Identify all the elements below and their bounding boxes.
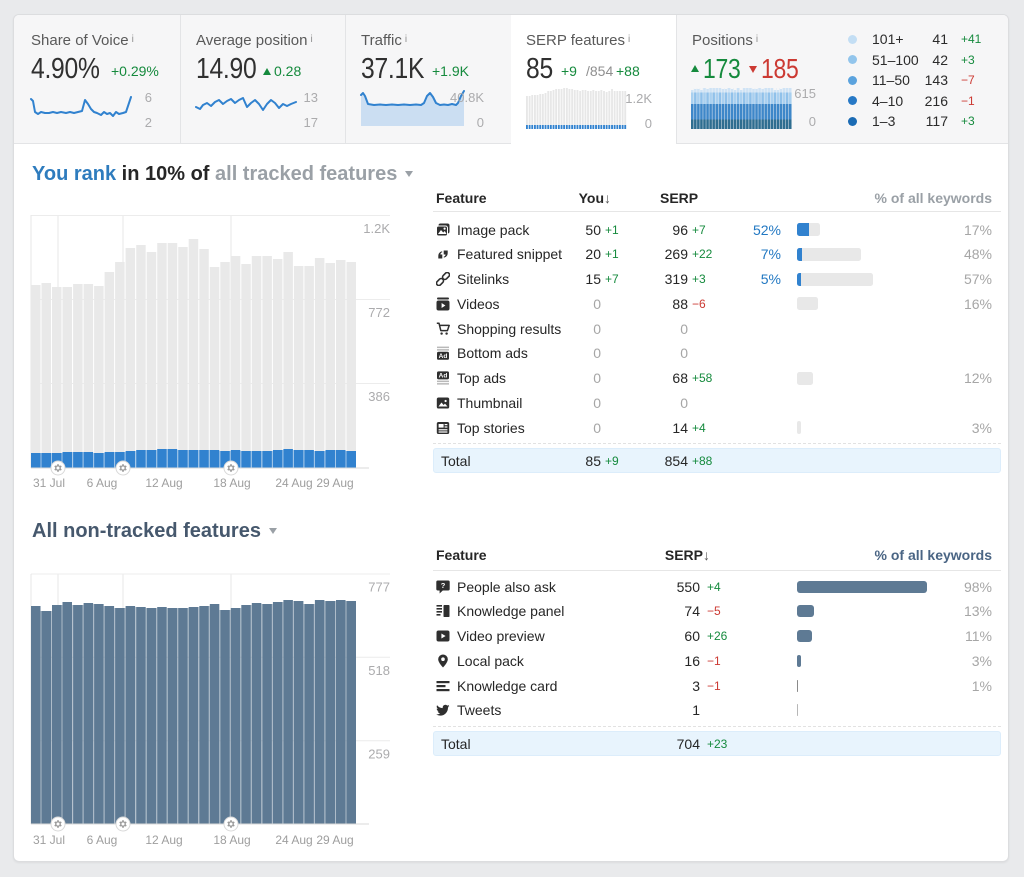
svg-text:Ad: Ad xyxy=(439,373,448,380)
svg-text:386: 386 xyxy=(368,389,390,404)
svg-text:518: 518 xyxy=(368,663,390,678)
svg-text:12 Aug: 12 Aug xyxy=(145,833,182,847)
svg-text:?: ? xyxy=(441,581,446,590)
svg-text:6 Aug: 6 Aug xyxy=(87,476,118,490)
svg-text:772: 772 xyxy=(368,305,390,320)
svg-text:12 Aug: 12 Aug xyxy=(145,476,182,490)
svg-text:1.2K: 1.2K xyxy=(363,221,390,236)
svg-text:29 Aug: 29 Aug xyxy=(316,833,353,847)
svg-text:Ad: Ad xyxy=(439,353,448,360)
svg-text:29 Aug: 29 Aug xyxy=(316,476,353,490)
svg-text:18 Aug: 18 Aug xyxy=(213,833,250,847)
svg-text:31 Jul: 31 Jul xyxy=(33,833,65,847)
svg-text:24 Aug: 24 Aug xyxy=(275,476,312,490)
svg-text:6 Aug: 6 Aug xyxy=(87,833,118,847)
svg-text:31 Jul: 31 Jul xyxy=(33,476,65,490)
svg-text:259: 259 xyxy=(368,747,390,762)
svg-text:24 Aug: 24 Aug xyxy=(275,833,312,847)
svg-text:18 Aug: 18 Aug xyxy=(213,476,250,490)
svg-text:777: 777 xyxy=(368,580,390,595)
